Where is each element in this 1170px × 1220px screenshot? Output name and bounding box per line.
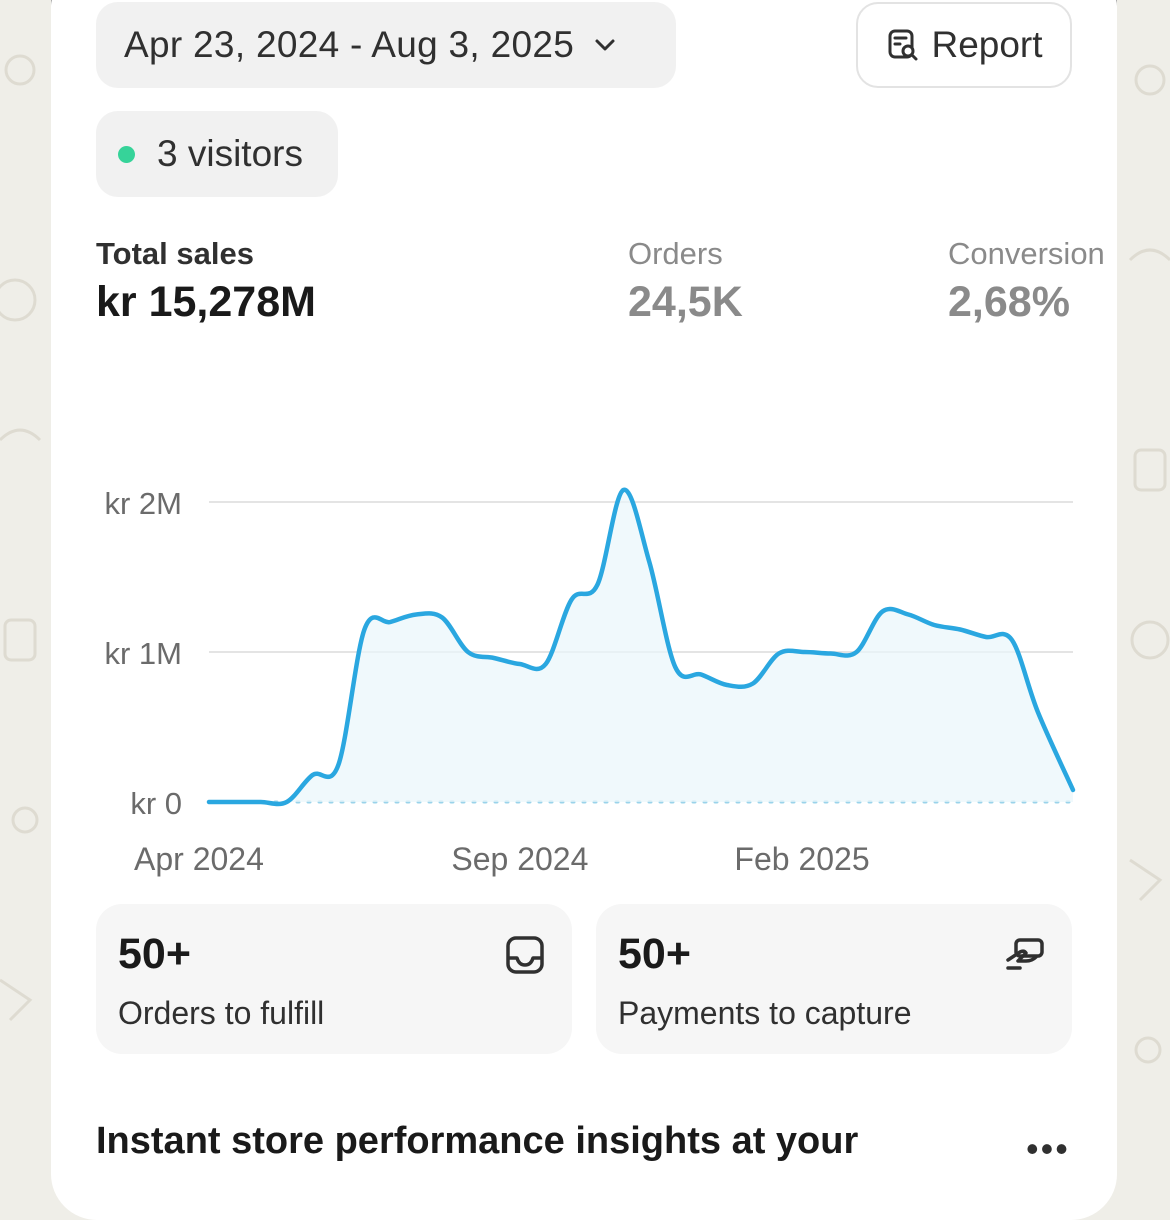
tile-count: 50+ [618,930,1050,979]
report-button[interactable]: Report [856,2,1072,88]
date-range-label: Apr 23, 2024 - Aug 3, 2025 [124,24,574,66]
tile-label: Orders to fulfill [118,995,550,1032]
tile-label: Payments to capture [618,995,1050,1032]
metric-value: 2,68% [948,278,1105,327]
analytics-card: Apr 23, 2024 - Aug 3, 2025 Report 3 visi… [51,0,1117,1220]
y-tick-label: kr 0 [130,786,182,821]
x-tick-label: Apr 2024 [134,841,264,877]
insights-heading: Instant store performance insights at yo… [96,1120,976,1163]
metric-value: kr 15,278M [96,278,316,327]
x-tick-label: Feb 2025 [734,841,869,877]
cash-icon [1004,934,1046,976]
more-menu-icon[interactable]: ••• [1026,1128,1070,1170]
y-tick-label: kr 1M [105,636,183,671]
date-range-picker[interactable]: Apr 23, 2024 - Aug 3, 2025 [96,2,676,88]
chevron-down-icon [592,32,618,58]
report-label: Report [931,24,1042,66]
inbox-icon [504,934,546,976]
visitors-label: 3 visitors [157,133,303,175]
y-tick-label: kr 2M [105,486,183,521]
x-tick-label: Sep 2024 [451,841,588,877]
report-icon [885,27,921,63]
live-dot-icon [118,146,135,163]
metric-value: 24,5K [628,278,743,327]
payments-to-capture-tile[interactable]: 50+ Payments to capture [596,904,1072,1054]
metric-total-sales[interactable]: Total sales kr 15,278M [96,236,316,327]
metric-orders[interactable]: Orders 24,5K [628,236,743,327]
tile-count: 50+ [118,930,550,979]
visitors-badge[interactable]: 3 visitors [96,111,338,197]
metric-label: Orders [628,236,743,272]
metric-conversion[interactable]: Conversion 2,68% [948,236,1105,327]
orders-to-fulfill-tile[interactable]: 50+ Orders to fulfill [96,904,572,1054]
metric-label: Total sales [96,236,316,272]
metric-label: Conversion [948,236,1105,272]
sales-chart: kr 0 kr 1M kr 2M Apr 2024 Sep 2024 Feb 2025 [51,410,1117,890]
